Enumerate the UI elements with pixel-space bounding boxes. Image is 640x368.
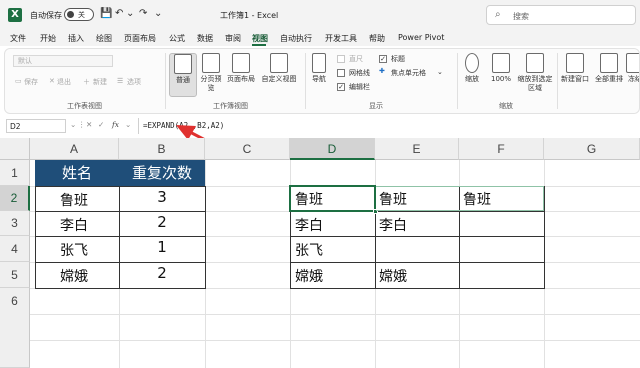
row-header-5[interactable]: 5: [0, 262, 30, 288]
column-header-f[interactable]: F: [459, 138, 544, 160]
row-header-3[interactable]: 3: [0, 211, 30, 236]
cell-d2[interactable]: 鲁班: [295, 189, 323, 209]
select-all-corner[interactable]: [0, 138, 30, 160]
cell-e5[interactable]: 嫦娥: [379, 266, 407, 286]
gridline: [30, 314, 640, 315]
cell-e3[interactable]: 李白: [379, 215, 407, 235]
cell-d5[interactable]: 嫦娥: [295, 266, 323, 286]
header-cell-count[interactable]: 重复次数: [119, 160, 205, 186]
cell-a2[interactable]: 鲁班: [60, 190, 88, 210]
cell-a4[interactable]: 张飞: [60, 240, 88, 260]
cell-b3[interactable]: 2: [119, 213, 205, 231]
result-table-rows: [290, 211, 545, 237]
cell-d4[interactable]: 张飞: [295, 240, 323, 260]
column-header-g[interactable]: G: [544, 138, 640, 160]
cell-e2[interactable]: 鲁班: [379, 189, 407, 209]
cell-a5[interactable]: 嫦娥: [60, 266, 88, 286]
result-table-rows: [290, 262, 545, 263]
cell-b5[interactable]: 2: [119, 264, 205, 282]
row-header-6[interactable]: 6: [0, 288, 30, 368]
cell-b2[interactable]: 3: [119, 188, 205, 206]
column-header-c[interactable]: C: [205, 138, 290, 160]
cell-b4[interactable]: 1: [119, 238, 205, 256]
cell-a3[interactable]: 李白: [60, 215, 88, 235]
header-cell-name[interactable]: 姓名: [35, 160, 119, 186]
gridline: [30, 340, 640, 341]
cell-f2[interactable]: 鲁班: [463, 189, 491, 209]
excel-window: X 自动保存 关 💾 ↶ ⌄ ↷ ⌄ 工作簿1 - Excel ⌕ 搜索 文件 …: [0, 0, 640, 368]
cell-d3[interactable]: 李白: [295, 215, 323, 235]
row-header-1[interactable]: 1: [0, 160, 30, 186]
source-table-rows: [35, 262, 206, 263]
worksheet-grid[interactable]: A B C D E F G 1 2 3 4 5 6 姓名 重复次数 鲁班 李白 …: [0, 138, 640, 368]
column-header-d[interactable]: D: [290, 138, 375, 160]
row-header-4[interactable]: 4: [0, 236, 30, 262]
row-header-2[interactable]: 2: [0, 186, 30, 211]
column-header-e[interactable]: E: [375, 138, 459, 160]
column-header-b[interactable]: B: [119, 138, 205, 160]
column-header-a[interactable]: A: [30, 138, 119, 160]
